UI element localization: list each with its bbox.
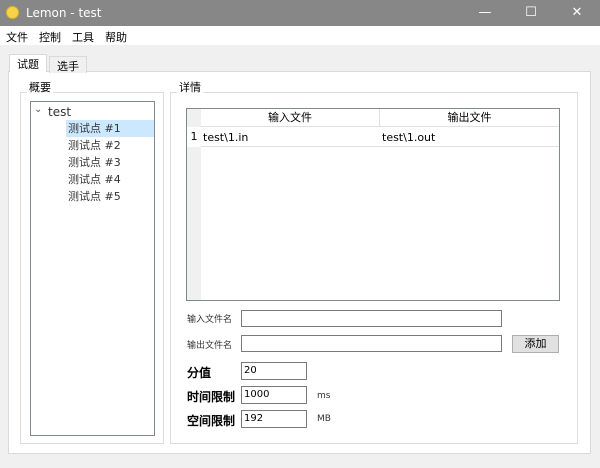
tab-problems[interactable]: 试题 (9, 54, 47, 72)
header-output[interactable]: 输出文件 (380, 109, 559, 127)
time-limit-field[interactable]: 1000 (241, 386, 307, 404)
maximize-button[interactable]: ☐ (508, 0, 554, 26)
input-filename-label: 输入文件名 (187, 315, 233, 325)
table-empty-area (201, 147, 559, 300)
overview-title: 概要 (27, 79, 53, 95)
row-number[interactable]: 1 (187, 127, 201, 147)
tree-item[interactable]: 测试点 #5 (66, 188, 154, 205)
time-limit-label: 时间限制 (187, 390, 236, 404)
tree-item[interactable]: 测试点 #3 (66, 154, 154, 171)
menu-control[interactable]: 控制 (39, 29, 61, 45)
score-label: 分值 (187, 366, 212, 380)
minimize-button[interactable]: — (462, 0, 508, 26)
menu-file[interactable]: 文件 (6, 29, 28, 45)
menu-tools[interactable]: 工具 (72, 29, 94, 45)
input-filename-field[interactable] (241, 310, 502, 327)
lemon-logo-icon (6, 6, 19, 19)
output-filename-field[interactable] (241, 335, 502, 352)
cell-input: test\1.in (203, 131, 249, 144)
tree-root[interactable]: test (48, 105, 71, 119)
window-title: Lemon - test (26, 6, 102, 20)
menu-help[interactable]: 帮助 (105, 29, 127, 45)
menu-bar: 文件 控制 工具 帮助 (0, 26, 600, 45)
close-button[interactable]: ✕ (554, 0, 600, 26)
memory-limit-field[interactable]: 192 (241, 410, 307, 428)
testcase-table[interactable]: 输入文件 输出文件 1 test\1.in test\1.out (186, 108, 560, 301)
memory-limit-label: 空间限制 (187, 414, 236, 428)
add-button[interactable]: 添加 (512, 335, 559, 353)
tree-item[interactable]: 测试点 #1 (66, 120, 154, 137)
cell-output: test\1.out (382, 131, 436, 144)
tree-item[interactable]: 测试点 #2 (66, 137, 154, 154)
table-header: 输入文件 输出文件 (201, 109, 559, 127)
output-filename-label: 输出文件名 (187, 341, 233, 351)
details-title: 详情 (177, 79, 203, 95)
memory-unit: MB (317, 414, 331, 424)
chevron-down-icon[interactable]: ⌄ (34, 104, 42, 115)
time-unit: ms (317, 391, 331, 401)
testcase-tree[interactable]: ⌄ test 测试点 #1 测试点 #2 测试点 #3 测试点 #4 测试点 #… (30, 101, 155, 436)
tab-contestants[interactable]: 选手 (49, 56, 87, 73)
tree-item[interactable]: 测试点 #4 (66, 171, 154, 188)
title-bar: Lemon - test — ☐ ✕ (0, 0, 600, 26)
table-row[interactable]: test\1.in test\1.out (201, 127, 559, 147)
header-input[interactable]: 输入文件 (201, 109, 380, 127)
score-field[interactable]: 20 (241, 362, 307, 380)
